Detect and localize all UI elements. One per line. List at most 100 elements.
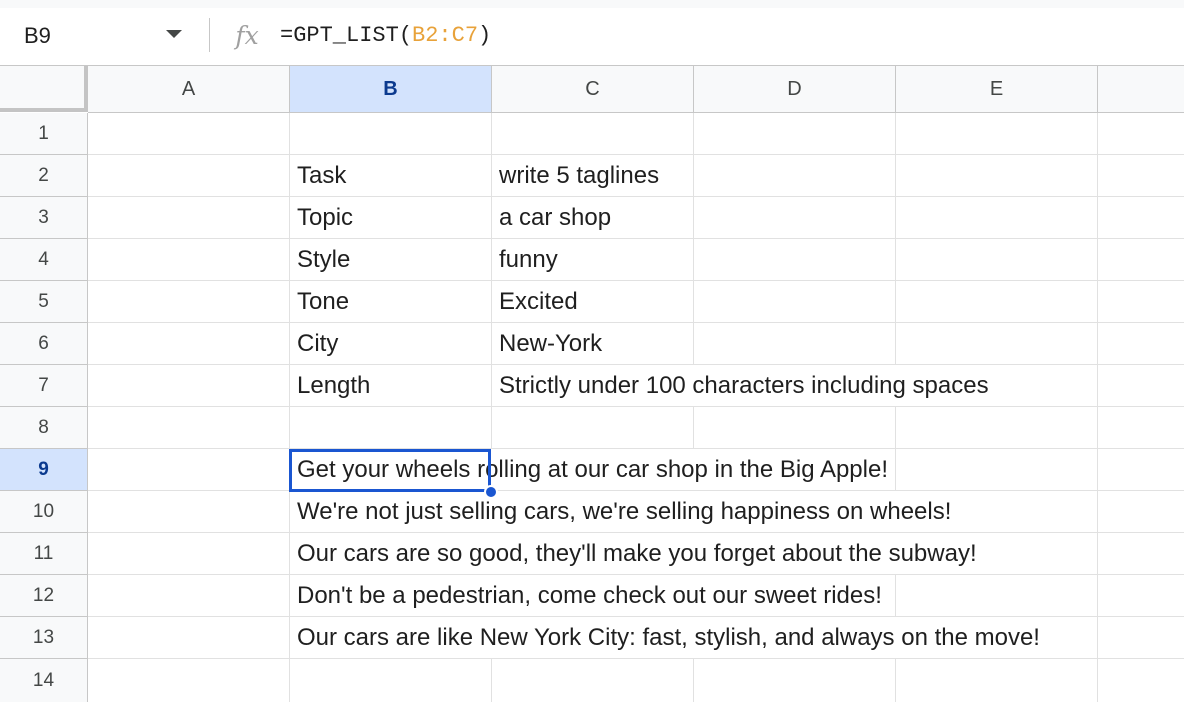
fill-handle[interactable]	[484, 485, 498, 499]
cell-d14[interactable]	[694, 659, 896, 702]
cell-a12[interactable]	[88, 575, 290, 617]
cell-a5[interactable]	[88, 281, 290, 323]
row-header-4[interactable]: 4	[0, 239, 88, 281]
cell-a13[interactable]	[88, 617, 290, 659]
cell-c1[interactable]	[492, 113, 694, 155]
cell-b8[interactable]	[290, 407, 492, 449]
param-value-length[interactable]: Strictly under 100 characters including …	[492, 365, 989, 406]
row-header-7[interactable]: 7	[0, 365, 88, 407]
cell-f8[interactable]	[1098, 407, 1184, 449]
cell-c14[interactable]	[492, 659, 694, 702]
cell-a10[interactable]	[88, 491, 290, 533]
param-value-city[interactable]: New-York	[492, 323, 602, 365]
cell-c8[interactable]	[492, 407, 694, 449]
result-cell[interactable]: Our cars are so good, they'll make you f…	[290, 533, 977, 574]
cell-f6[interactable]	[1098, 323, 1184, 365]
param-label-task[interactable]: Task	[290, 155, 346, 197]
cell-e1[interactable]	[896, 113, 1098, 155]
formula-bar-divider	[209, 18, 210, 52]
cell-f9[interactable]	[1098, 449, 1184, 491]
formula-suffix: )	[478, 22, 492, 48]
result-cell[interactable]: Our cars are like New York City: fast, s…	[290, 617, 1040, 658]
param-value-task[interactable]: write 5 taglines	[492, 155, 659, 197]
cell-a2[interactable]	[88, 155, 290, 197]
cell-f4[interactable]	[1098, 239, 1184, 281]
cell-e9[interactable]	[896, 449, 1098, 491]
cell-f11[interactable]	[1098, 533, 1184, 575]
cell-b1[interactable]	[290, 113, 492, 155]
cell-f10[interactable]	[1098, 491, 1184, 533]
cell-a14[interactable]	[88, 659, 290, 702]
column-header-f[interactable]	[1098, 66, 1184, 113]
cell-d5[interactable]	[694, 281, 896, 323]
cell-e4[interactable]	[896, 239, 1098, 281]
result-cell[interactable]: We're not just selling cars, we're selli…	[290, 491, 952, 532]
param-label-city[interactable]: City	[290, 323, 338, 365]
cell-e8[interactable]	[896, 407, 1098, 449]
column-header-e[interactable]: E	[896, 66, 1098, 113]
formula-range-ref: B2:C7	[412, 22, 479, 48]
cell-e14[interactable]	[896, 659, 1098, 702]
cell-f13[interactable]	[1098, 617, 1184, 659]
cell-d6[interactable]	[694, 323, 896, 365]
cell-f3[interactable]	[1098, 197, 1184, 239]
param-label-topic[interactable]: Topic	[290, 197, 353, 239]
cell-f7[interactable]	[1098, 365, 1184, 407]
formula-input[interactable]: =GPT_LIST(B2:C7)	[280, 18, 491, 52]
cell-f12[interactable]	[1098, 575, 1184, 617]
cell-d8[interactable]	[694, 407, 896, 449]
param-value-topic[interactable]: a car shop	[492, 197, 611, 239]
cell-d1[interactable]	[694, 113, 896, 155]
chevron-down-icon[interactable]	[166, 30, 182, 38]
cell-e5[interactable]	[896, 281, 1098, 323]
cell-b14[interactable]	[290, 659, 492, 702]
cell-a7[interactable]	[88, 365, 290, 407]
column-header-d[interactable]: D	[694, 66, 896, 113]
row-header-3[interactable]: 3	[0, 197, 88, 239]
param-label-tone[interactable]: Tone	[290, 281, 349, 323]
column-header-b[interactable]: B	[290, 66, 492, 113]
result-cell[interactable]: Don't be a pedestrian, come check out ou…	[290, 575, 882, 616]
cell-e12[interactable]	[896, 575, 1098, 617]
cell-a9[interactable]	[88, 449, 290, 491]
cell-a11[interactable]	[88, 533, 290, 575]
cell-f14[interactable]	[1098, 659, 1184, 702]
formula-bar: B9 fx =GPT_LIST(B2:C7)	[0, 0, 1184, 66]
cell-a1[interactable]	[88, 113, 290, 155]
cell-a6[interactable]	[88, 323, 290, 365]
cell-a8[interactable]	[88, 407, 290, 449]
row-header-10[interactable]: 10	[0, 491, 88, 533]
cell-f1[interactable]	[1098, 113, 1184, 155]
row-header-11[interactable]: 11	[0, 533, 88, 575]
cell-e3[interactable]	[896, 197, 1098, 239]
row-header-9[interactable]: 9	[0, 449, 88, 491]
active-cell-selection[interactable]	[289, 449, 491, 492]
select-all-corner[interactable]	[0, 66, 88, 112]
cell-a4[interactable]	[88, 239, 290, 281]
cell-f2[interactable]	[1098, 155, 1184, 197]
param-value-style[interactable]: funny	[492, 239, 558, 281]
function-fx-icon: fx	[235, 20, 259, 50]
param-label-style[interactable]: Style	[290, 239, 350, 281]
row-header-12[interactable]: 12	[0, 575, 88, 617]
formula-prefix: =GPT_LIST(	[280, 22, 413, 48]
row-header-2[interactable]: 2	[0, 155, 88, 197]
row-header-13[interactable]: 13	[0, 617, 88, 659]
cell-e6[interactable]	[896, 323, 1098, 365]
column-header-a[interactable]: A	[88, 66, 290, 113]
row-header-1[interactable]: 1	[0, 113, 88, 155]
param-value-tone[interactable]: Excited	[492, 281, 578, 323]
cell-d4[interactable]	[694, 239, 896, 281]
cell-a3[interactable]	[88, 197, 290, 239]
spreadsheet-grid: A B C D E 1 2 3 4 5 6 7 8 9 10 11 12 13 …	[0, 66, 1184, 702]
cell-e2[interactable]	[896, 155, 1098, 197]
row-header-5[interactable]: 5	[0, 281, 88, 323]
cell-d2[interactable]	[694, 155, 896, 197]
row-header-6[interactable]: 6	[0, 323, 88, 365]
column-header-c[interactable]: C	[492, 66, 694, 113]
cell-d3[interactable]	[694, 197, 896, 239]
row-header-14[interactable]: 14	[0, 659, 88, 702]
cell-f5[interactable]	[1098, 281, 1184, 323]
row-header-8[interactable]: 8	[0, 407, 88, 449]
param-label-length[interactable]: Length	[290, 365, 370, 407]
